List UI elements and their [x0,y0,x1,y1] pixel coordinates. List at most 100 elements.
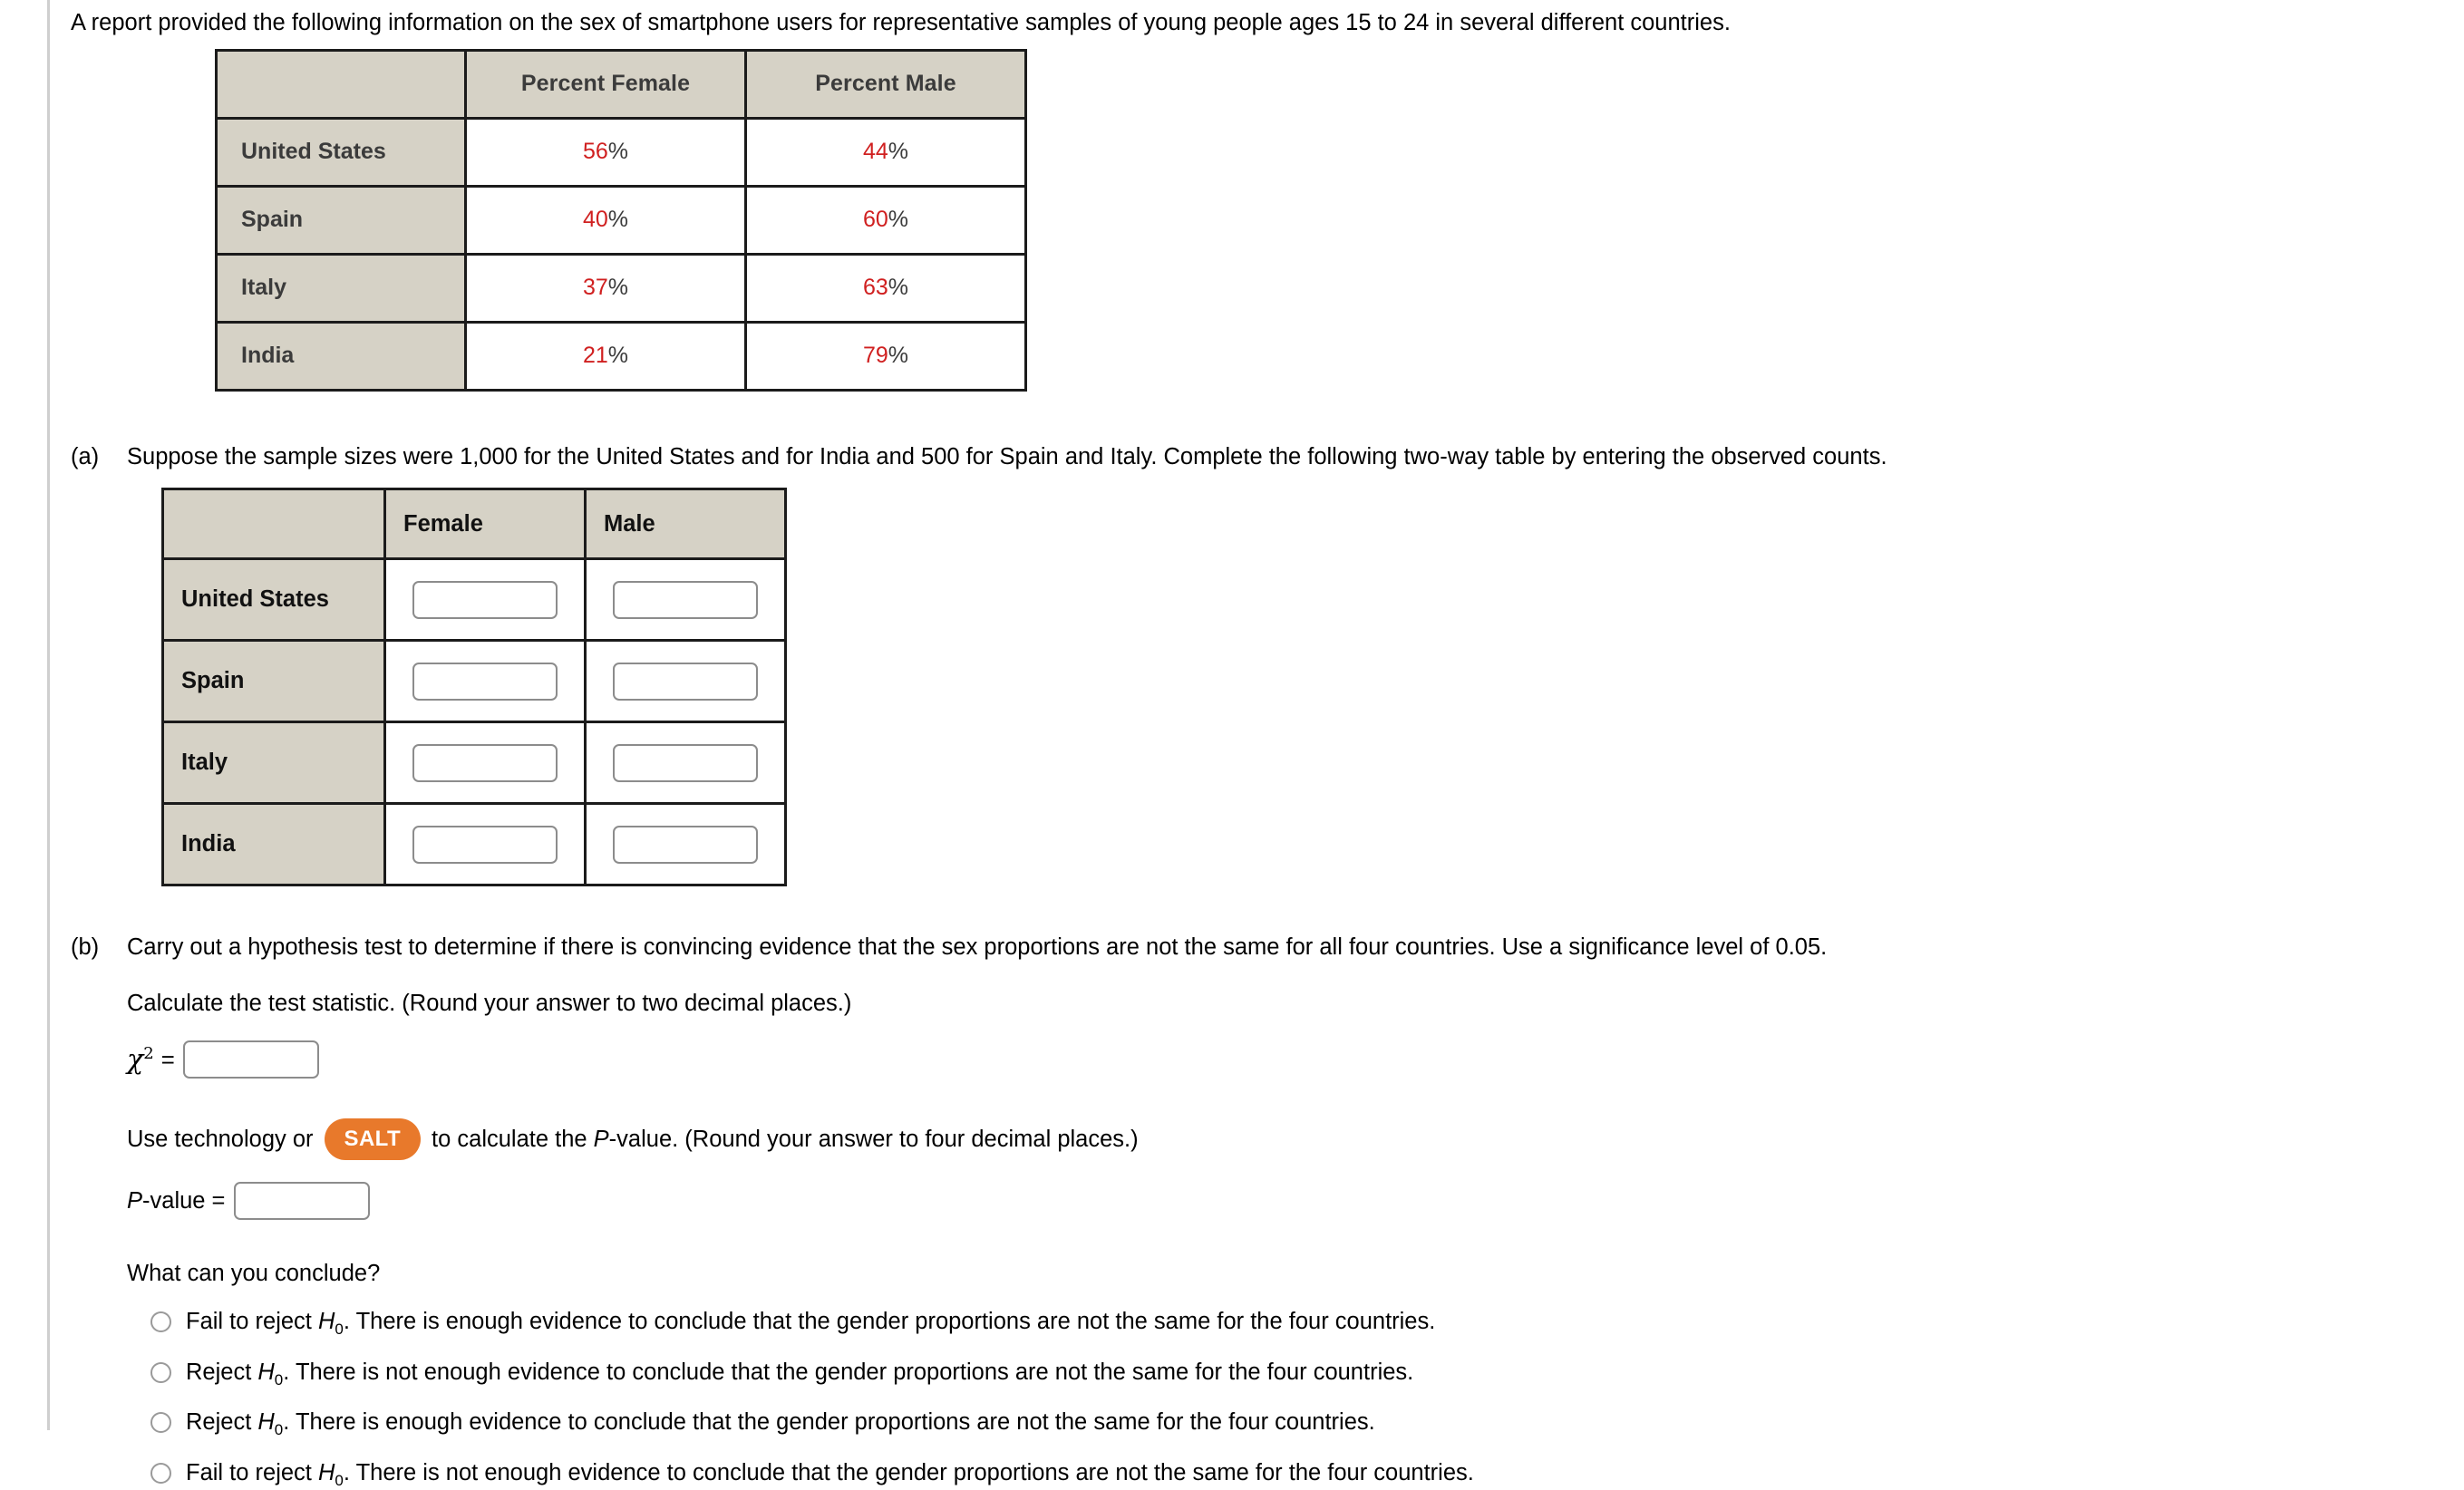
table-row: United States [161,557,787,643]
entry-cell-spain-female [383,639,587,724]
percent-table: Percent Female Percent Male United State… [215,48,1027,392]
entry-table-header-row: Female Male [161,488,787,561]
percent-cell-us-male: 44% [744,116,1027,188]
part-b-body: Calculate the test statistic. (Round you… [127,990,2464,1490]
input-italy-female[interactable] [412,743,558,782]
chi-equals-sign: = [160,1045,175,1073]
input-us-female[interactable] [412,580,558,619]
p-value-label: P-value = [127,1187,226,1214]
entry-row-label-india: India [161,802,386,887]
table-row: Italy [161,721,787,806]
percent-value: 21 [582,343,608,369]
percent-cell-italy-male: 63% [744,252,1027,324]
percent-sign: % [607,343,629,369]
observed-counts-table: Female Male United States Spain Italy In… [161,488,787,887]
entry-table-col-female: Female [383,488,587,561]
percent-row-label-italy: Italy [215,252,467,324]
percent-cell-india-male: 79% [744,320,1027,392]
table-row: Spain [161,639,787,724]
percent-row-label-us: United States [215,116,467,188]
input-spain-male[interactable] [613,662,758,701]
conclusion-option-1-label: Fail to reject H0. There is enough evide… [186,1309,1436,1339]
percent-table-col-male: Percent Male [744,48,1027,120]
percent-cell-spain-female: 40% [464,184,747,256]
input-india-female[interactable] [412,825,558,864]
percent-value: 60 [862,207,888,233]
percent-value: 37 [582,275,608,301]
entry-cell-italy-male [584,721,787,806]
radio-icon[interactable] [150,1311,171,1333]
input-italy-male[interactable] [613,743,758,782]
percent-table-container: Percent Female Percent Male United State… [215,48,2464,392]
entry-cell-us-male [584,557,787,643]
table-row: United States 56% 44% [215,116,1027,188]
salt-button[interactable]: SALT [324,1118,422,1161]
conclusion-option-4[interactable]: Fail to reject H0. There is not enough e… [127,1459,2464,1490]
conclusion-option-2-label: Reject H0. There is not enough evidence … [186,1359,1414,1388]
percent-table-corner-cell [215,48,467,120]
entry-cell-india-female [383,802,587,887]
salt-prefix-text: Use technology or [127,1126,314,1152]
part-b: (b) Carry out a hypothesis test to deter… [71,934,2464,963]
percent-table-header-row: Percent Female Percent Male [215,48,1027,120]
percent-value: 44 [862,139,888,165]
percent-sign: % [888,139,909,165]
radio-icon[interactable] [150,1462,171,1484]
percent-sign: % [607,139,629,165]
part-a: (a) Suppose the sample sizes were 1,000 … [71,443,2464,472]
entry-cell-us-female [383,557,587,643]
entry-cell-india-male [584,802,787,887]
input-us-male[interactable] [613,580,758,619]
conclusion-option-4-label: Fail to reject H0. There is not enough e… [186,1459,1474,1489]
entry-cell-spain-male [584,639,787,724]
problem-intro-text: A report provided the following informat… [71,10,1731,35]
part-a-text: Suppose the sample sizes were 1,000 for … [127,443,1887,469]
part-b-text: Carry out a hypothesis test to determine… [127,934,1828,961]
calc-test-statistic-instruction: Calculate the test statistic. (Round you… [127,991,852,1017]
conclusion-option-1[interactable]: Fail to reject H0. There is enough evide… [127,1308,2464,1339]
percent-value: 56 [582,139,608,165]
entry-row-label-us: United States [161,557,386,643]
salt-instruction-row: Use technology or SALT to calculate the … [127,1118,2464,1161]
conclusion-option-3-label: Reject H0. There is enough evidence to c… [186,1409,1375,1439]
part-a-marker: (a) [71,443,100,469]
percent-row-label-spain: Spain [215,184,467,256]
radio-icon[interactable] [150,1361,171,1383]
conclusion-question: What can you conclude? [127,1261,381,1287]
percent-value: 79 [862,343,888,369]
entry-table-col-male: Male [584,488,787,561]
conclusion-option-3[interactable]: Reject H0. There is enough evidence to c… [127,1408,2464,1439]
percent-value: 40 [582,207,608,233]
percent-table-col-female: Percent Female [464,48,747,120]
percent-cell-italy-female: 37% [464,252,747,324]
table-row: Spain 40% 60% [215,184,1027,256]
entry-table-container: Female Male United States Spain Italy In… [161,488,2464,887]
entry-row-label-italy: Italy [161,721,386,806]
percent-sign: % [888,207,909,233]
p-value-row: P-value = [127,1182,2464,1221]
entry-row-label-spain: Spain [161,639,386,724]
conclusion-option-2[interactable]: Reject H0. There is not enough evidence … [127,1359,2464,1389]
percent-cell-us-female: 56% [464,116,747,188]
chi-square-row: χ2 = [127,1040,2464,1079]
chi-square-input[interactable] [182,1040,319,1079]
percent-cell-india-female: 21% [464,320,747,392]
percent-row-label-india: India [215,320,467,392]
percent-sign: % [607,207,629,233]
chi-square-symbol: χ2 [127,1043,154,1076]
table-row: Italy 37% 63% [215,252,1027,324]
part-b-marker: (b) [71,934,100,961]
page-left-rule [47,0,50,1430]
percent-cell-spain-male: 60% [744,184,1027,256]
percent-sign: % [888,343,909,369]
entry-cell-italy-female [383,721,587,806]
conclusion-options: Fail to reject H0. There is enough evide… [127,1308,2464,1490]
percent-value: 63 [862,275,888,301]
entry-table-corner-cell [161,488,386,561]
input-india-male[interactable] [613,825,758,864]
table-row: India [161,802,787,887]
salt-suffix-text: to calculate the P-value. (Round your an… [432,1126,1139,1152]
percent-sign: % [888,275,909,301]
input-spain-female[interactable] [412,662,558,701]
p-value-input[interactable] [234,1182,371,1221]
